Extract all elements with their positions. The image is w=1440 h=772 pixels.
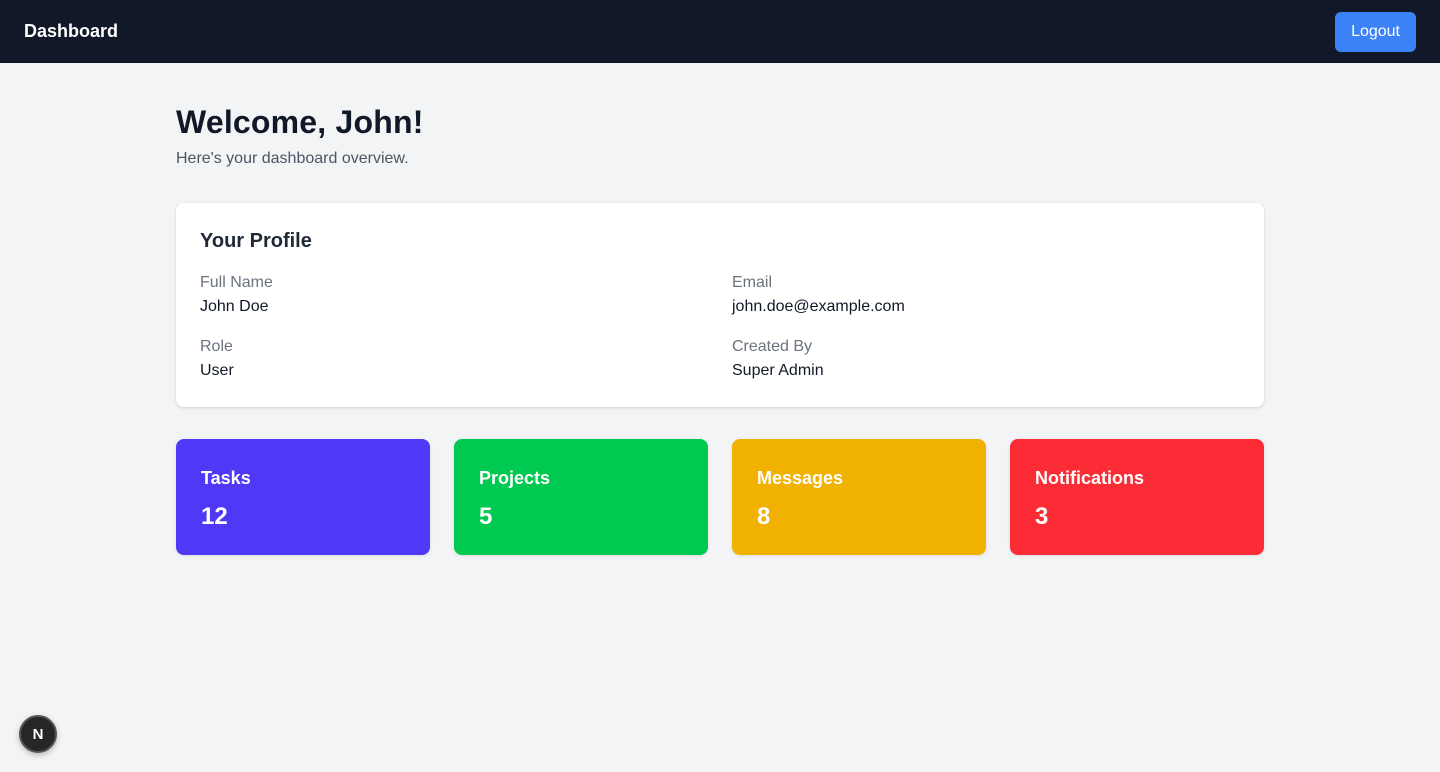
app-title: Dashboard (24, 21, 119, 41)
field-value: User (200, 362, 234, 379)
stat-value: 8 (757, 503, 771, 530)
nextjs-icon[interactable]: N (19, 715, 57, 753)
profile-field-role: Role User (200, 337, 708, 381)
field-value: john.doe@example.com (732, 298, 905, 315)
stat-label: Notifications (1035, 468, 1145, 488)
profile-title: Your Profile (200, 230, 312, 252)
welcome-heading: Welcome, John! (176, 104, 424, 140)
stat-value: 12 (201, 503, 228, 530)
stats-grid: Tasks 12 Projects 5 Messages 8 Notificat… (176, 439, 1264, 555)
stat-value: 5 (479, 503, 493, 530)
field-value: Super Admin (732, 362, 824, 379)
stat-value: 3 (1035, 503, 1049, 530)
stat-label: Projects (479, 468, 551, 488)
profile-card: Your Profile Full Name John Doe Email jo… (176, 203, 1264, 407)
logout-button[interactable]: Logout (1335, 11, 1416, 52)
stat-label: Tasks (201, 468, 251, 488)
profile-fields: Full Name John Doe Email john.doe@exampl… (200, 273, 1240, 381)
stat-card-notifications: Notifications 3 (1010, 439, 1264, 555)
stat-card-messages: Messages 8 (732, 439, 986, 555)
main-content: Welcome, John! Here's your dashboard ove… (176, 63, 1264, 555)
stat-card-tasks: Tasks 12 (176, 439, 430, 555)
top-navbar: Dashboard Logout (0, 0, 1440, 63)
profile-field-full-name: Full Name John Doe (200, 273, 708, 317)
field-value: John Doe (200, 298, 269, 315)
profile-field-email: Email john.doe@example.com (732, 273, 1240, 317)
nextjs-icon-letter: N (32, 725, 44, 743)
field-label: Full Name (200, 274, 273, 291)
field-label: Email (732, 274, 773, 291)
field-label: Created By (732, 338, 813, 355)
profile-field-created-by: Created By Super Admin (732, 337, 1240, 381)
field-label: Role (200, 338, 233, 355)
stat-label: Messages (757, 468, 844, 488)
welcome-subtitle: Here's your dashboard overview. (176, 150, 409, 167)
stat-card-projects: Projects 5 (454, 439, 708, 555)
